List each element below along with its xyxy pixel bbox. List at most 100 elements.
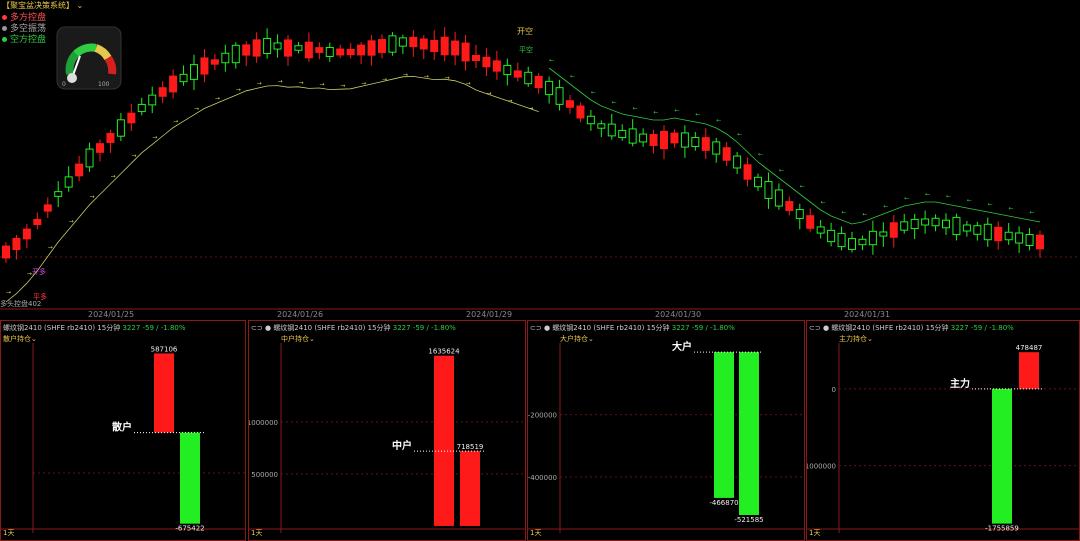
candle-body	[336, 48, 345, 56]
candle-body	[534, 75, 543, 89]
arrow-icon: ←	[904, 195, 909, 202]
arrow-icon: →	[278, 78, 283, 85]
candle-body	[409, 36, 418, 48]
candle-body	[284, 39, 292, 57]
bar-value-label: 478487	[1016, 344, 1043, 352]
arrow-icon: →	[507, 97, 512, 104]
marker-label: 中户	[392, 439, 412, 452]
arrow-icon: →	[486, 90, 491, 97]
date-label: 2024/01/29	[466, 310, 512, 319]
candle-body	[868, 230, 877, 246]
holding-bar	[434, 355, 454, 526]
panel-large: ⊂⊃ ● 螺纹钢2410 (SHFE rb2410) 15分钟 3227 -59…	[527, 320, 805, 541]
candle-body	[472, 54, 480, 62]
panel-retail: 螺纹钢2410 (SHFE rb2410) 15分钟 3227 -59 / -1…	[0, 320, 246, 541]
panel-main-force: ⊂⊃ ● 螺纹钢2410 (SHFE rb2410) 15分钟 3227 -59…	[806, 320, 1080, 541]
tick-label: 0	[832, 386, 836, 394]
bar-value-label: 1635624	[428, 348, 460, 356]
arrow-icon: →	[340, 83, 345, 90]
candle-body	[639, 133, 648, 143]
tick-label: 1000000	[249, 419, 278, 427]
arrow-icon: ←	[988, 201, 993, 208]
candle-body	[1015, 232, 1024, 244]
candle-body	[273, 42, 282, 50]
holding-bar	[714, 352, 734, 498]
candle-body	[848, 238, 856, 250]
candle-body	[774, 189, 783, 207]
candle-body	[1036, 234, 1044, 250]
arrow-icon: →	[403, 71, 408, 78]
arrow-icon: ←	[758, 151, 763, 158]
candle-body	[900, 221, 909, 231]
candle-body	[858, 238, 867, 246]
candle-body	[54, 191, 63, 197]
candle-body	[1025, 234, 1034, 246]
stop-line-long	[5, 75, 539, 303]
candle-body	[482, 56, 491, 68]
bar-value-label: -675422	[175, 525, 204, 533]
candle-body	[1004, 231, 1013, 241]
arrow-icon: →	[48, 244, 53, 251]
candle-body	[22, 228, 31, 240]
candle-body	[628, 128, 637, 144]
holding-bar	[739, 352, 759, 516]
candle-body	[148, 94, 157, 106]
candle-body	[242, 44, 251, 56]
label-close-short: 平空	[519, 45, 533, 54]
arrow-icon: →	[298, 79, 303, 86]
candle-body	[200, 57, 209, 75]
candle-body	[190, 64, 198, 80]
arrow-icon: ←	[549, 57, 554, 64]
candle-body	[64, 176, 73, 188]
candle-body	[649, 134, 658, 146]
candle-body	[597, 123, 606, 129]
candle-body	[545, 80, 554, 96]
candle-body	[158, 87, 167, 97]
bar-chart: -200000 -400000 -466870 -521585 大户	[528, 340, 804, 533]
arrow-icon: ←	[967, 197, 972, 204]
candle-body	[2, 245, 10, 259]
marker-label: 主力	[950, 377, 970, 390]
candle-body	[96, 143, 104, 153]
arrow-icon: →	[194, 105, 199, 112]
period-footer: 1天	[251, 529, 263, 537]
candle-body	[931, 217, 940, 227]
arrow-icon: →	[69, 218, 74, 225]
tick-label: 500000	[251, 471, 278, 479]
arrow-icon: ←	[591, 89, 596, 96]
arrow-icon: →	[424, 73, 429, 80]
candle-body	[451, 40, 460, 56]
arrow-icon: →	[382, 76, 387, 83]
candle-body	[555, 87, 564, 105]
candle-body	[994, 226, 1003, 242]
candle-body	[921, 218, 930, 226]
panel-medium: ⊂⊃ ● 螺纹钢2410 (SHFE rb2410) 15分钟 3227 -59…	[248, 320, 526, 541]
candle-body	[660, 130, 668, 150]
candle-body	[388, 35, 397, 53]
candle-body	[304, 41, 313, 59]
arrow-icon: →	[131, 153, 136, 160]
bar-chart: 0 1000000 -1755859 478487 主力	[807, 343, 1079, 533]
candle-body	[430, 40, 439, 52]
arrow-icon: ←	[946, 193, 951, 200]
candle-body	[33, 218, 42, 226]
bar-value-label: -466870	[709, 499, 738, 507]
chevron-down-icon[interactable]: ⌄	[77, 1, 84, 10]
arrow-icon: →	[6, 289, 11, 296]
arrow-icon: ←	[862, 211, 867, 218]
candlestick-chart[interactable]: →→→→→→→→→→→→→ → → → → →→→ → →→→→→←←←←←← ←←←←←←←←…	[0, 12, 1080, 320]
candle-body	[942, 219, 950, 229]
arrow-icon: →	[215, 95, 220, 102]
candle-body	[492, 60, 501, 72]
candle-body	[137, 103, 146, 113]
candle-body	[346, 48, 355, 56]
holding-bar	[460, 451, 480, 526]
candle-body	[618, 129, 627, 139]
arrow-icon: →	[319, 81, 324, 88]
candle-body	[367, 40, 376, 56]
candle-body	[566, 100, 574, 108]
tick-label: -400000	[528, 474, 557, 482]
candle-body	[691, 137, 700, 147]
window-title[interactable]: 【聚宝盆决策系统】 ⌄	[2, 0, 83, 11]
candle-body	[116, 119, 125, 137]
